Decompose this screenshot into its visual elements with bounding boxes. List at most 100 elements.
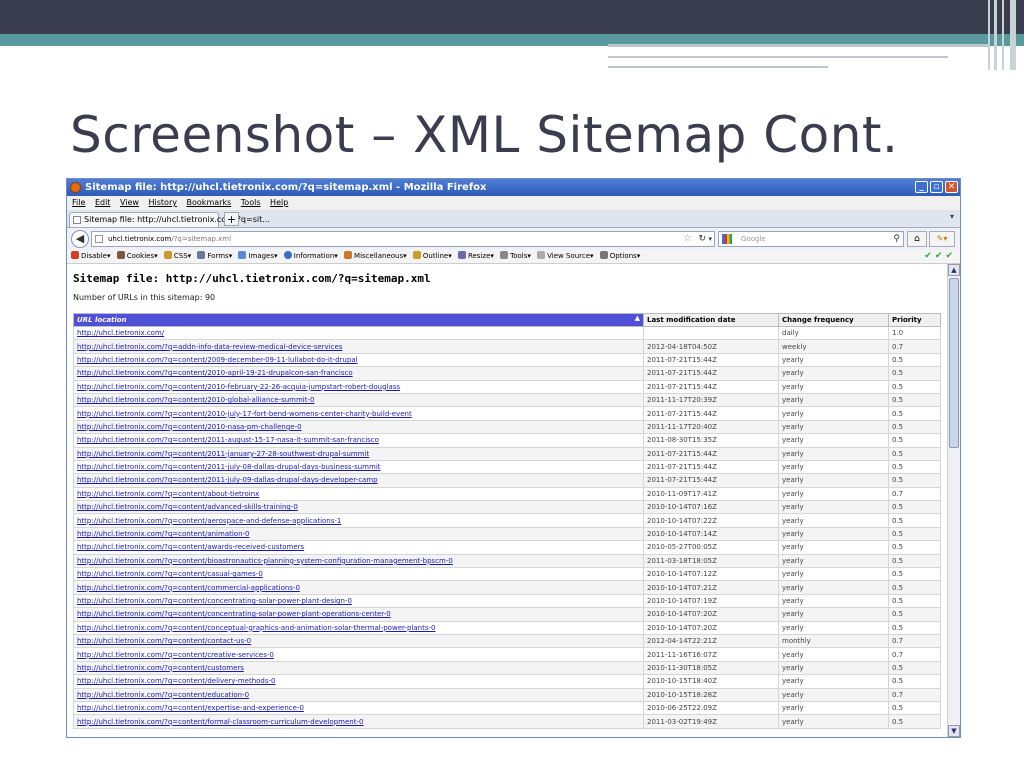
cell-changefreq: yearly [778,567,889,582]
search-bar[interactable]: Google ⚲ [718,231,904,247]
cell-url[interactable]: http://uhcl.tietronix.com/?q=content/ani… [73,526,644,542]
cell-url[interactable]: http://uhcl.tietronix.com/?q=content/bio… [73,553,644,569]
cell-url[interactable]: http://uhcl.tietronix.com/?q=content/con… [73,633,644,649]
greasemonkey-button[interactable]: ✎▾ [929,231,955,247]
home-button[interactable]: ⌂ [907,231,927,247]
bookmark-star-icon[interactable]: ☆ [683,232,692,246]
cell-url[interactable]: http://uhcl.tietronix.com/?q=content/201… [73,392,644,408]
cell-url[interactable]: http://uhcl.tietronix.com/?q=content/for… [73,714,644,729]
column-header-url[interactable]: URL location ▲ [73,313,644,327]
scrollbar-thumb[interactable] [949,278,959,448]
cell-url[interactable]: http://uhcl.tietronix.com/?q=content/aer… [73,513,644,528]
cell-changefreq: yearly [778,459,889,475]
cell-url[interactable]: http://uhcl.tietronix.com/?q=content/edu… [73,687,644,702]
cell-changefreq: yearly [778,406,889,421]
devbar-css[interactable]: CSS▾ [163,250,191,263]
devbar-cookies[interactable]: Cookies▾ [116,250,158,263]
tab-list-icon[interactable]: ▾ [950,212,954,221]
cell-url[interactable]: http://uhcl.tietronix.com/?q=content/cre… [73,647,644,662]
cell-url[interactable]: http://uhcl.tietronix.com/?q=content/cus… [73,660,644,676]
cell-lastmod: 2011-11-16T16:07Z [643,647,779,662]
cell-url[interactable]: http://uhcl.tietronix.com/?q=content/201… [73,379,644,394]
scroll-up-icon[interactable]: ▲ [948,264,960,276]
devbar-tools[interactable]: Tools▾ [500,250,531,263]
menu-edit[interactable]: Edit [95,196,111,210]
cell-url[interactable]: http://uhcl.tietronix.com/?q=content/con… [73,593,644,609]
cell-url[interactable]: http://uhcl.tietronix.com/?q=content/201… [73,446,644,461]
devbar-information[interactable]: Information▾ [283,250,338,263]
column-header-changefreq[interactable]: Change frequency [778,313,889,327]
url-dropdown-icon[interactable]: ▾ [708,232,712,246]
cell-url[interactable]: http://uhcl.tietronix.com/?q=content/adv… [73,500,644,515]
cell-url[interactable]: http://uhcl.tietronix.com/?q=content/del… [73,674,644,689]
sitemap-table: URL location ▲ Last modification date Cha… [73,313,941,729]
menu-view[interactable]: View [120,196,139,210]
devbar-resize[interactable]: Resize▾ [457,250,494,263]
tab-label: Sitemap file: http://uhcl.tietronix.com/… [84,215,270,224]
vertical-scrollbar[interactable]: ▲ ▼ [947,264,960,737]
cell-url[interactable]: http://uhcl.tietronix.com/?q=content/abo… [73,486,644,502]
devbar-label: Forms [207,252,229,260]
validation-check-icons[interactable]: ✔✔✔ [924,250,956,263]
tab-sitemap[interactable]: Sitemap file: http://uhcl.tietronix.com/… [69,212,270,227]
menu-tools[interactable]: Tools [241,196,261,210]
cell-url[interactable]: http://uhcl.tietronix.com/ [73,325,644,341]
information-icon [283,251,292,259]
cell-lastmod: 2010-10-15T18:28Z [643,687,779,702]
devbar-miscellaneous[interactable]: Miscellaneous▾ [344,250,407,263]
cell-lastmod: 2010-10-14T07:22Z [643,513,779,528]
cell-changefreq: yearly [778,700,889,716]
site-identity-icon [95,235,103,243]
back-button[interactable]: ◀ [71,230,89,248]
scroll-down-icon[interactable]: ▼ [948,725,960,737]
search-icon[interactable]: ⚲ [893,232,900,246]
maximize-button[interactable]: ▫ [930,181,943,193]
cell-changefreq: yearly [778,392,889,408]
menu-help[interactable]: Help [270,196,288,210]
table-row: http://uhcl.tietronix.com/?q=content/com… [73,580,941,595]
cell-url[interactable]: http://uhcl.tietronix.com/?q=content/201… [73,433,644,448]
cell-changefreq: yearly [778,593,889,609]
devbar-label: Miscellaneous [354,252,404,260]
cell-url[interactable]: http://uhcl.tietronix.com/?q=content/cas… [73,567,644,582]
cell-url[interactable]: http://uhcl.tietronix.com/?q=content/201… [73,366,644,381]
column-header-priority[interactable]: Priority [888,313,941,327]
cell-url[interactable]: http://uhcl.tietronix.com/?q=content/201… [73,406,644,421]
cell-lastmod: 2011-07-21T15:44Z [643,366,779,381]
new-tab-button[interactable]: + [224,212,239,226]
cell-url[interactable]: http://uhcl.tietronix.com/?q=content/200… [73,352,644,368]
menu-bar: File Edit View History Bookmarks Tools H… [67,196,960,210]
cell-changefreq: yearly [778,526,889,542]
devbar-view-source[interactable]: View Source▾ [537,250,594,263]
table-row: http://uhcl.tietronix.com/?q=content/cus… [73,660,941,676]
cell-url[interactable]: http://uhcl.tietronix.com/?q=content/exp… [73,700,644,716]
devbar-disable[interactable]: Disable▾ [71,250,110,263]
cell-url[interactable]: http://uhcl.tietronix.com/?q=content/con… [73,620,644,635]
url-bar[interactable]: uhcl.tietronix.com/?q=sitemap.xml ☆ ↻ ▾ [91,231,715,247]
minimize-button[interactable]: _ [915,181,928,193]
cell-url[interactable]: http://uhcl.tietronix.com/?q=content/201… [73,459,644,475]
cell-priority: 0.5 [888,473,941,488]
devbar-label: Images [248,252,275,260]
cell-url[interactable]: http://uhcl.tietronix.com/?q=content/201… [73,473,644,488]
menu-bookmarks[interactable]: Bookmarks [187,196,232,210]
cell-lastmod: 2012-04-18T04:50Z [643,339,779,354]
cell-priority: 0.5 [888,379,941,394]
page-icon [73,216,81,224]
cell-url[interactable]: http://uhcl.tietronix.com/?q=content/com… [73,580,644,595]
devbar-options[interactable]: Options▾ [599,250,640,263]
reload-icon[interactable]: ↻ [698,232,706,246]
cell-url[interactable]: http://uhcl.tietronix.com/?q=addn-info-d… [73,339,644,354]
devbar-forms[interactable]: Forms▾ [197,250,232,263]
devbar-images[interactable]: Images▾ [238,250,278,263]
devbar-outline[interactable]: Outline▾ [412,250,452,263]
cell-url[interactable]: http://uhcl.tietronix.com/?q=content/201… [73,419,644,435]
menu-history[interactable]: History [149,196,177,210]
menu-file[interactable]: File [72,196,85,210]
cell-lastmod: 2010-05-27T00:05Z [643,540,779,555]
slide-title: Screenshot – XML Sitemap Cont. [70,106,899,164]
column-header-lastmod[interactable]: Last modification date [643,313,779,327]
cell-url[interactable]: http://uhcl.tietronix.com/?q=content/awa… [73,540,644,555]
cell-url[interactable]: http://uhcl.tietronix.com/?q=content/con… [73,607,644,622]
close-button[interactable]: ✕ [945,181,958,193]
